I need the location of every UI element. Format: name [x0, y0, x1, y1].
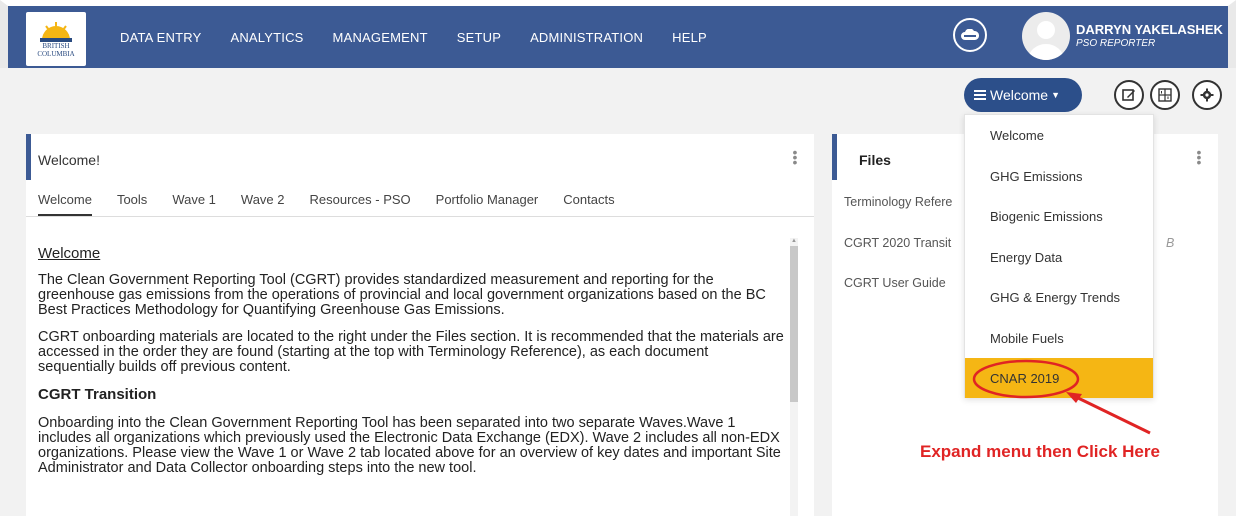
top-navigation-bar: BRITISH COLUMBIA DATA ENTRY ANALYTICS MA… [0, 0, 1236, 68]
files-accent-bar [832, 134, 837, 180]
menu-item-ghg-emissions[interactable]: GHG Emissions [965, 156, 1153, 196]
panel-title: Welcome! [38, 152, 100, 168]
scroll-up-icon[interactable]: ▲ [790, 238, 798, 244]
menu-item-ghg-energy-trends[interactable]: GHG & Energy Trends [965, 277, 1153, 317]
tab-contacts[interactable]: Contacts [563, 192, 614, 216]
menu-button-label: Welcome [990, 87, 1049, 103]
file-size-suffix: B [1166, 236, 1175, 250]
bc-logo[interactable]: BRITISH COLUMBIA [26, 12, 86, 66]
menu-item-welcome[interactable]: Welcome [965, 115, 1153, 155]
welcome-tabs: Welcome Tools Wave 1 Wave 2 Resources - … [38, 192, 640, 216]
nav-setup[interactable]: SETUP [457, 30, 501, 45]
files-kebab-icon[interactable]: • • • [1196, 145, 1202, 169]
menu-item-cnar-2019[interactable]: CNAR 2019 [965, 358, 1153, 398]
avatar[interactable] [1022, 12, 1070, 60]
tab-portfolio-manager[interactable]: Portfolio Manager [436, 192, 539, 216]
nav-data-entry[interactable]: DATA ENTRY [120, 30, 201, 45]
cloud-button[interactable] [953, 18, 987, 52]
file-terminology-reference[interactable]: Terminology Refere [844, 195, 952, 209]
edit-icon [1122, 89, 1135, 101]
user-avatar-icon [1028, 21, 1064, 60]
scroll-thumb[interactable] [790, 246, 798, 402]
content-subheading: CGRT Transition [38, 386, 157, 403]
file-cgrt-user-guide[interactable]: CGRT User Guide [844, 276, 946, 290]
kebab-menu-icon[interactable]: • • • [792, 145, 798, 169]
annotation-text: Expand menu then Click Here [920, 442, 1160, 461]
tab-tools[interactable]: Tools [117, 192, 147, 216]
dashboard-icon [1158, 88, 1172, 102]
welcome-panel: Welcome! • • • Welcome Tools Wave 1 Wave 2… [26, 134, 814, 516]
gear-icon [1200, 88, 1214, 102]
content-paragraph-1: The Clean Government Reporting Tool (CGR… [38, 272, 766, 318]
settings-button[interactable] [1192, 80, 1222, 110]
content-paragraph-2: CGRT onboarding materials are located to… [38, 329, 784, 375]
welcome-content: Welcome The Clean Government Reporting T… [38, 246, 788, 488]
welcome-menu-button[interactable]: Welcome ▼ [964, 78, 1082, 112]
user-role: PSO REPORTER [1076, 38, 1156, 49]
tab-wave-2[interactable]: Wave 2 [241, 192, 285, 216]
tab-welcome[interactable]: Welcome [38, 192, 92, 216]
main-nav: DATA ENTRY ANALYTICS MANAGEMENT SETUP AD… [120, 6, 736, 68]
user-name[interactable]: DARRYN YAKELASHEK [1076, 22, 1223, 37]
logo-text-columbia: COLUMBIA [37, 50, 75, 58]
files-title: Files [859, 152, 891, 168]
logo-text-british: BRITISH [42, 42, 70, 50]
file-cgrt-2020-transition[interactable]: CGRT 2020 Transit [844, 236, 951, 250]
hamburger-icon [974, 90, 986, 100]
cloud-icon [961, 29, 979, 40]
welcome-dropdown-menu: Welcome GHG Emissions Biogenic Emissions… [964, 114, 1154, 398]
tab-wave-1[interactable]: Wave 1 [172, 192, 216, 216]
tabs-divider [26, 216, 814, 217]
menu-item-energy-data[interactable]: Energy Data [965, 237, 1153, 277]
nav-management[interactable]: MANAGEMENT [333, 30, 428, 45]
menu-item-biogenic-emissions[interactable]: Biogenic Emissions [965, 196, 1153, 236]
tab-resources-pso[interactable]: Resources - PSO [310, 192, 411, 216]
sun-logo-icon [40, 22, 72, 42]
nav-analytics[interactable]: ANALYTICS [230, 30, 303, 45]
content-paragraph-3: Onboarding into the Clean Government Rep… [38, 415, 781, 476]
content-heading: Welcome [38, 245, 101, 262]
content-scrollbar[interactable]: ▲ [790, 238, 798, 516]
menu-item-mobile-fuels[interactable]: Mobile Fuels [965, 318, 1153, 358]
chevron-down-icon: ▼ [1051, 90, 1061, 100]
edit-button[interactable] [1114, 80, 1144, 110]
nav-administration[interactable]: ADMINISTRATION [530, 30, 643, 45]
nav-help[interactable]: HELP [672, 30, 707, 45]
panel-accent-bar [26, 134, 31, 180]
dashboard-button[interactable] [1150, 80, 1180, 110]
